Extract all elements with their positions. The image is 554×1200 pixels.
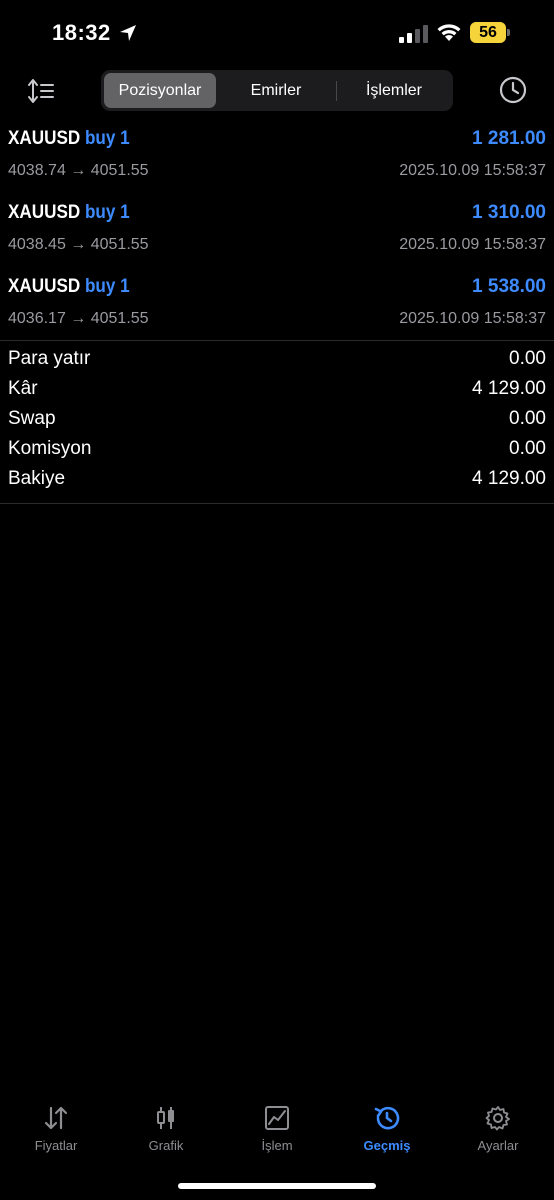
tab-pozisyonlar[interactable]: Pozisyonlar xyxy=(104,73,216,108)
summary-row-balance: Bakiye 4 129.00 xyxy=(0,466,554,496)
battery-level: 56 xyxy=(470,22,506,43)
summary-row-commission: Komisyon 0.00 xyxy=(0,436,554,466)
position-prices: 4038.45 → 4051.55 xyxy=(8,236,149,253)
tab-label: Fiyatlar xyxy=(34,1138,78,1153)
summary-value: 0.00 xyxy=(509,408,546,429)
symbol-text: XAUUSD xyxy=(8,202,81,223)
position-side: buy 1 xyxy=(84,202,130,223)
bottom-tab-bar: Fiyatlar Grafik İşlem Geçmiş Ayarlar xyxy=(0,1098,554,1168)
chart-icon xyxy=(157,1107,174,1129)
summary-row-swap: Swap 0.00 xyxy=(0,406,554,436)
position-time: 2025.10.09 15:58:37 xyxy=(399,310,546,327)
tab-quotes[interactable]: Fiyatlar xyxy=(6,1098,106,1162)
position-profit: 1 538.00 xyxy=(472,276,546,297)
tab-islemler[interactable]: İşlemler xyxy=(337,73,451,108)
cellular-signal-icon xyxy=(399,25,428,43)
tab-history[interactable]: Geçmiş xyxy=(337,1098,437,1162)
tab-chart[interactable]: Grafik xyxy=(116,1098,216,1162)
tab-label: İşlem xyxy=(261,1138,293,1153)
position-side: buy 1 xyxy=(84,128,130,149)
position-side: buy 1 xyxy=(84,276,130,297)
symbol-text: XAUUSD xyxy=(8,276,81,297)
summary-label: Kâr xyxy=(8,378,38,399)
position-row[interactable]: XAUUSD buy 1 1 310.00 4038.45 → 4051.55 … xyxy=(0,194,554,268)
position-row[interactable]: XAUUSD buy 1 1 281.00 4038.74 → 4051.55 … xyxy=(0,120,554,194)
summary-label: Swap xyxy=(8,408,56,429)
position-symbol: XAUUSD buy 1 xyxy=(8,202,130,224)
status-bar: 18:32 56 xyxy=(0,0,554,66)
summary-value: 0.00 xyxy=(509,438,546,459)
tab-settings[interactable]: Ayarlar xyxy=(448,1098,548,1162)
position-prices: 4038.74 → 4051.55 xyxy=(8,162,149,179)
battery-indicator: 56 xyxy=(470,22,510,43)
tab-emirler[interactable]: Emirler xyxy=(219,73,333,108)
tab-label: Geçmiş xyxy=(363,1138,411,1153)
summary-value: 0.00 xyxy=(509,348,546,369)
tab-label: Grafik xyxy=(148,1138,184,1153)
position-symbol: XAUUSD buy 1 xyxy=(8,128,130,150)
summary-row-deposit: Para yatır 0.00 xyxy=(0,346,554,376)
position-profit: 1 281.00 xyxy=(472,128,546,149)
tab-label: Ayarlar xyxy=(477,1138,519,1153)
segmented-control: Pozisyonlar Emirler İşlemler xyxy=(101,70,453,111)
summary-row-profit: Kâr 4 129.00 xyxy=(0,376,554,406)
position-time: 2025.10.09 15:58:37 xyxy=(399,236,546,253)
home-indicator xyxy=(178,1183,376,1189)
quotes-icon xyxy=(44,1106,68,1130)
status-time: 18:32 xyxy=(52,20,111,45)
position-symbol: XAUUSD buy 1 xyxy=(8,276,130,298)
toolbar: Pozisyonlar Emirler İşlemler xyxy=(0,70,554,112)
battery-nub xyxy=(507,29,510,36)
summary-value: 4 129.00 xyxy=(472,378,546,399)
summary-label: Bakiye xyxy=(8,468,66,489)
wifi-icon xyxy=(437,24,461,41)
summary-value: 4 129.00 xyxy=(472,468,546,489)
summary-divider-top xyxy=(0,340,554,341)
position-profit: 1 310.00 xyxy=(472,202,546,223)
positions-list: XAUUSD buy 1 1 281.00 4038.74 → 4051.55 … xyxy=(0,120,554,342)
position-time: 2025.10.09 15:58:37 xyxy=(399,162,546,179)
symbol-text: XAUUSD xyxy=(8,128,81,149)
position-row[interactable]: XAUUSD buy 1 1 538.00 4036.17 → 4051.55 … xyxy=(0,268,554,342)
position-prices: 4036.17 → 4051.55 xyxy=(8,310,149,327)
summary-divider-bottom xyxy=(0,503,554,504)
history-icon xyxy=(374,1106,400,1130)
settings-icon xyxy=(485,1106,510,1131)
account-summary: Para yatır 0.00 Kâr 4 129.00 Swap 0.00 K… xyxy=(0,346,554,496)
summary-label: Para yatır xyxy=(8,348,91,369)
trade-icon xyxy=(265,1106,289,1130)
location-arrow-icon xyxy=(120,25,136,41)
tab-trade[interactable]: İşlem xyxy=(227,1098,327,1162)
sort-icon[interactable] xyxy=(26,76,56,106)
summary-label: Komisyon xyxy=(8,438,92,459)
clock-icon[interactable] xyxy=(498,75,528,105)
